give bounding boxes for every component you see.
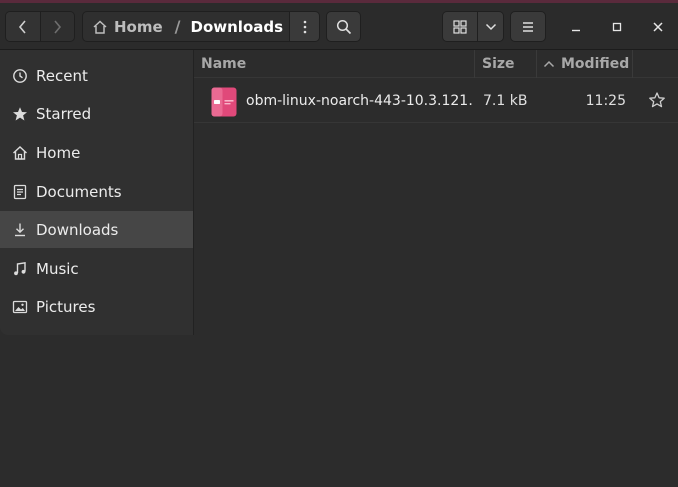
forward-button[interactable] [39,12,74,41]
chevron-left-icon [18,19,26,34]
view-options-dropdown[interactable] [477,12,503,41]
sidebar-item-label: Home [36,143,81,162]
header-bar: Home / Downloads [0,3,678,50]
sidebar: Recent Starred Home Documents Downloads [0,50,194,335]
table-row[interactable]: obm-linux-noarch-443-10.3.121… 7.1 kB 11… [194,79,678,123]
column-name-header[interactable]: Name [201,50,246,78]
sidebar-item-label: Recent [36,66,88,85]
package-icon [211,87,237,117]
folder-menu-button[interactable] [289,12,319,41]
search-icon [336,19,351,34]
star-icon [11,105,29,123]
sort-ascending-icon [543,60,555,68]
column-divider [474,50,475,78]
home-icon [11,144,29,162]
file-list-view: Name Size Modified obm-linux-noarch-443-… [194,50,678,487]
file-size: 7.1 kB [483,92,528,109]
file-modified: 11:25 [585,92,626,109]
sidebar-item-label: Starred [36,104,92,123]
sidebar-item-pictures[interactable]: Pictures [0,288,193,325]
breadcrumb-current[interactable]: Downloads [185,12,290,41]
document-icon [11,183,29,201]
hamburger-icon [523,21,533,32]
search-button[interactable] [326,11,361,42]
sidebar-item-recent[interactable]: Recent [0,57,193,94]
clock-icon [11,67,29,85]
picture-icon [11,298,29,316]
file-manager-window: Home / Downloads Recent Starred Home Doc… [0,3,678,487]
back-button[interactable] [6,12,40,41]
music-icon [11,260,29,278]
chevron-right-icon [54,19,62,34]
grid-view-button[interactable] [443,12,477,41]
column-divider [536,50,537,78]
sidebar-item-home[interactable]: Home [0,134,193,171]
sidebar-item-downloads[interactable]: Downloads [0,211,193,248]
file-name: obm-linux-noarch-443-10.3.121… [246,92,472,109]
sidebar-item-music[interactable]: Music [0,250,193,287]
column-size-header[interactable]: Size [482,50,515,78]
column-header: Name Size Modified [194,50,678,78]
maximize-button[interactable] [604,14,630,40]
minimize-button[interactable] [563,14,589,40]
vertical-dots-icon [303,20,306,33]
close-button[interactable] [645,14,671,40]
breadcrumb-separator: / [174,17,181,36]
breadcrumb: Home / Downloads [82,11,320,42]
close-icon [653,22,663,32]
column-divider [632,50,633,78]
sidebar-item-starred[interactable]: Starred [0,95,193,132]
sidebar-item-documents[interactable]: Documents [0,173,193,210]
breadcrumb-home-label: Home [114,17,163,36]
grid-view-icon [453,19,467,34]
column-modified-header[interactable]: Modified [543,50,629,78]
download-icon [11,221,29,239]
maximize-icon [612,22,622,32]
sidebar-item-label: Documents [36,182,122,201]
view-switcher [442,11,504,42]
breadcrumb-current-label: Downloads [190,17,284,36]
sidebar-item-label: Downloads [36,220,119,239]
sidebar-item-label: Music [36,259,79,278]
star-toggle-button[interactable] [648,91,666,109]
column-modified-label: Modified [561,56,630,72]
breadcrumb-home[interactable]: Home [83,12,171,41]
navigation-buttons [5,11,75,42]
chevron-down-icon [485,23,496,30]
sidebar-item-label: Pictures [36,297,96,316]
minimize-icon [572,29,580,32]
main-menu-button[interactable] [510,11,546,42]
star-outline-icon [649,92,665,108]
home-icon [93,19,107,34]
